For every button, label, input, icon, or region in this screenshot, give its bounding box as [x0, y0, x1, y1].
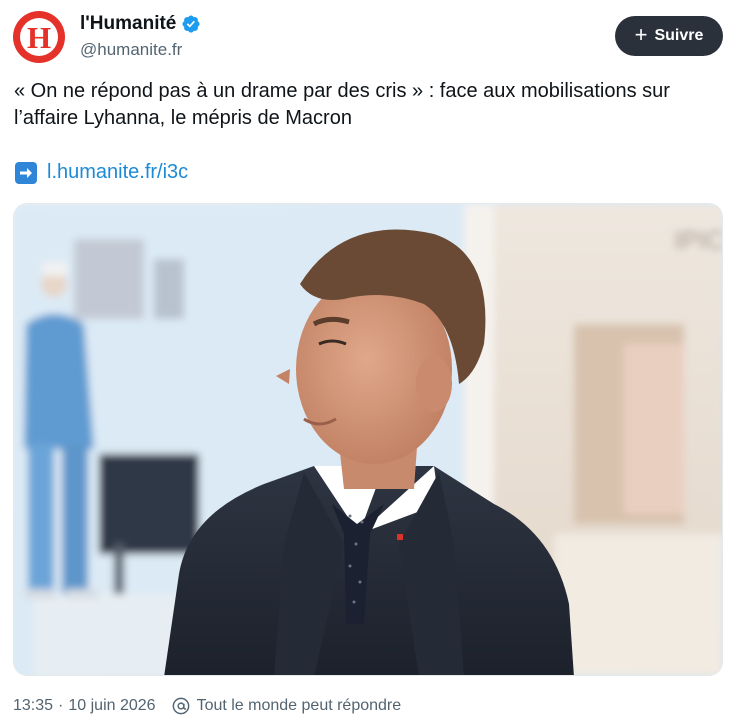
- separator: ·: [58, 697, 64, 714]
- reply-setting: Tout le monde peut répondre: [172, 697, 402, 715]
- tweet-photo[interactable]: IPIC: [13, 203, 723, 676]
- follow-button[interactable]: + Suivre: [615, 16, 723, 56]
- tweet-footer: 13:35 · 10 juin 2026 Tout le monde peut …: [13, 697, 401, 715]
- plus-icon: +: [634, 22, 648, 47]
- humanite-logo: H: [20, 18, 58, 56]
- link-row: l.humanite.fr/i3c: [15, 161, 188, 184]
- account-handle[interactable]: @humanite.fr: [80, 40, 182, 60]
- account-name-row: l'Humanité: [80, 13, 201, 35]
- profile-avatar[interactable]: H: [13, 11, 65, 63]
- account-name[interactable]: l'Humanité: [80, 13, 176, 35]
- verified-badge-icon: [182, 15, 200, 33]
- photo-illustration: IPIC: [14, 204, 723, 675]
- tweet-text: « On ne répond pas à un drame par des cr…: [14, 80, 670, 129]
- at-sign-icon: [172, 697, 189, 715]
- tweet-date[interactable]: 10 juin 2026: [68, 697, 155, 715]
- tweet-time[interactable]: 13:35: [13, 697, 53, 715]
- right-arrow-icon: [15, 161, 37, 184]
- article-link[interactable]: l.humanite.fr/i3c: [47, 161, 188, 184]
- reply-setting-label: Tout le monde peut répondre: [196, 697, 402, 714]
- follow-label: Suivre: [654, 27, 704, 44]
- logo-letter: H: [26, 19, 52, 55]
- background-sign-text: IPIC: [674, 225, 723, 255]
